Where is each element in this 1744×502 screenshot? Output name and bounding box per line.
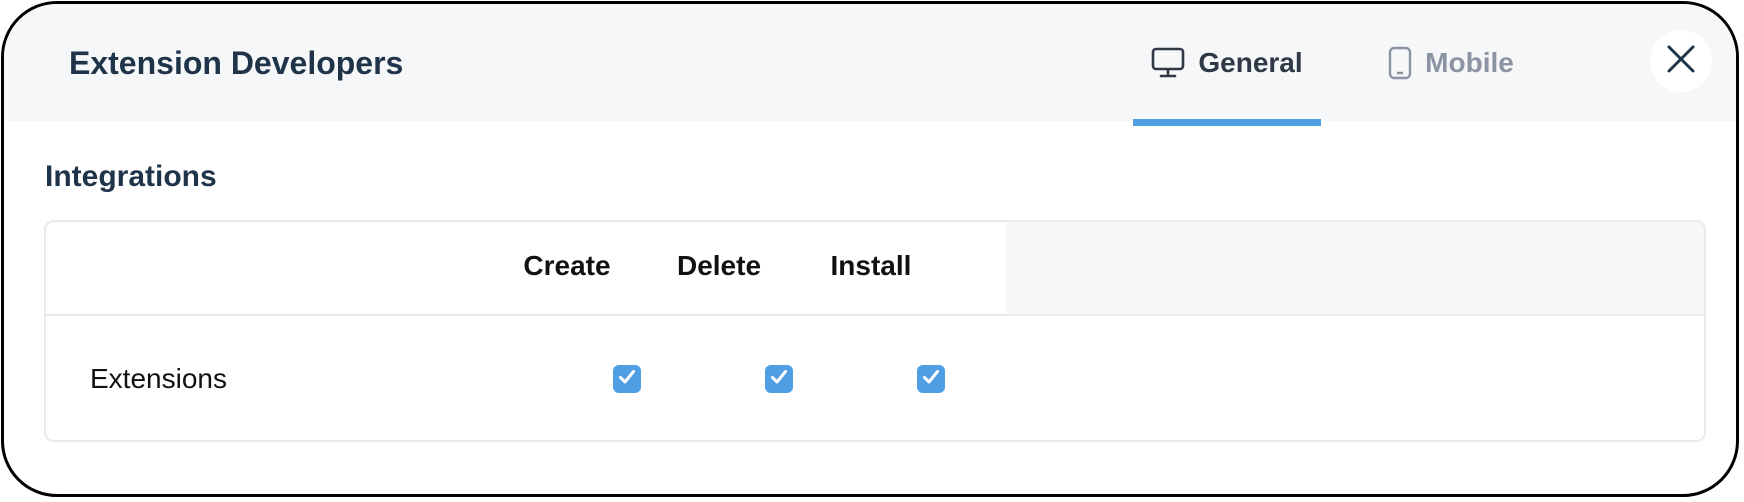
checkbox-create[interactable] xyxy=(613,365,641,393)
checkbox-install[interactable] xyxy=(917,365,945,393)
dialog-header: Extension Developers General Mobile xyxy=(4,4,1736,126)
column-header-install: Install xyxy=(830,250,912,281)
section-title: Integrations xyxy=(45,160,217,193)
table-header-filler xyxy=(1006,222,1704,314)
close-button[interactable] xyxy=(1650,30,1712,92)
checkbox-delete[interactable] xyxy=(765,365,793,393)
tab-general-label: General xyxy=(1198,46,1303,78)
tab-mobile-label: Mobile xyxy=(1425,46,1514,78)
checkmark-icon xyxy=(769,367,789,392)
mobile-phone-icon xyxy=(1388,46,1412,80)
tab-mobile[interactable]: Mobile xyxy=(1376,4,1526,121)
column-header-create: Create xyxy=(523,250,611,281)
monitor-icon xyxy=(1151,47,1185,79)
close-icon xyxy=(1666,44,1696,79)
tab-general[interactable]: General xyxy=(1133,4,1321,126)
checkmark-icon xyxy=(617,367,637,392)
checkmark-icon xyxy=(921,367,941,392)
permissions-dialog: Extension Developers General Mobile Inte… xyxy=(1,1,1739,497)
permissions-table: Create Delete Install Extensions xyxy=(44,220,1706,442)
dialog-title: Extension Developers xyxy=(69,45,404,81)
row-label-extensions: Extensions xyxy=(90,363,227,394)
table-header: Create Delete Install xyxy=(46,222,1704,316)
column-header-delete: Delete xyxy=(676,250,762,281)
